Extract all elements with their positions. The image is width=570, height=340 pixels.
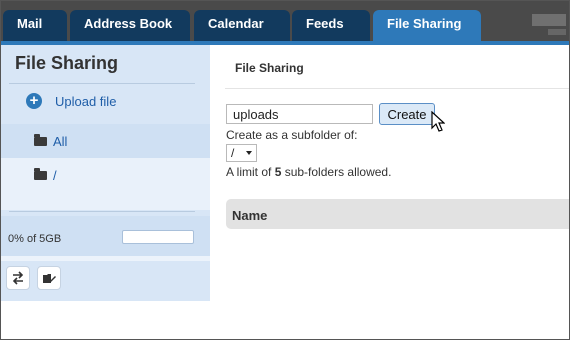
folder-item-label: All [53, 133, 68, 149]
tab-address-book[interactable]: Address Book [70, 10, 190, 41]
mouse-cursor-icon [431, 111, 445, 132]
new-folder-icon [42, 273, 56, 283]
column-header-name[interactable]: Name [232, 208, 267, 223]
sync-button[interactable] [6, 266, 30, 290]
sidebar-divider [9, 211, 195, 212]
create-button[interactable]: Create [379, 103, 435, 125]
blurred-user-info-secondary [548, 29, 566, 35]
folder-item-root[interactable]: / [1, 158, 210, 192]
subfolder-limit-text: A limit of 5 sub-folders allowed. [226, 165, 391, 179]
tab-mail[interactable]: Mail [3, 10, 67, 41]
quota-label: 0% of 5GB [8, 233, 62, 245]
main-content: File Sharing Create Create as a subfolde… [211, 45, 569, 339]
folder-icon [34, 167, 47, 180]
page-title: File Sharing [235, 61, 304, 75]
new-folder-button[interactable] [37, 266, 61, 290]
storage-quota: 0% of 5GB [1, 216, 210, 256]
folder-list: All / [1, 124, 210, 210]
parent-folder-select[interactable]: / [226, 144, 257, 162]
tab-feeds[interactable]: Feeds [292, 10, 370, 41]
parent-folder-value: / [231, 146, 235, 160]
folder-name-input[interactable] [226, 104, 373, 124]
sidebar-divider [9, 83, 195, 84]
sidebar: File Sharing + Upload file All / 0% of 5… [1, 45, 210, 301]
upload-file-link[interactable]: + Upload file [26, 91, 116, 111]
quota-progress-bar [122, 230, 194, 244]
sidebar-toolbar [1, 261, 210, 301]
file-table-header: Name [226, 199, 569, 229]
subfolder-label: Create as a subfolder of: [226, 128, 358, 142]
top-tab-bar: Mail Address Book Calendar Feeds File Sh… [1, 1, 569, 41]
limit-suffix: sub-folders allowed. [281, 165, 392, 179]
title-divider [225, 88, 569, 89]
plus-icon: + [26, 93, 42, 109]
tab-file-sharing[interactable]: File Sharing [373, 10, 481, 41]
app-window: Mail Address Book Calendar Feeds File Sh… [0, 0, 570, 340]
sidebar-title: File Sharing [15, 53, 119, 73]
folder-item-all[interactable]: All [1, 124, 210, 158]
folder-item-label: / [53, 167, 57, 183]
sync-icon [12, 271, 24, 285]
upload-file-label: Upload file [55, 93, 117, 109]
blurred-user-info [532, 14, 566, 26]
folder-icon [34, 133, 47, 146]
chevron-down-icon [246, 151, 252, 155]
tab-calendar[interactable]: Calendar [194, 10, 290, 41]
limit-prefix: A limit of [226, 165, 275, 179]
